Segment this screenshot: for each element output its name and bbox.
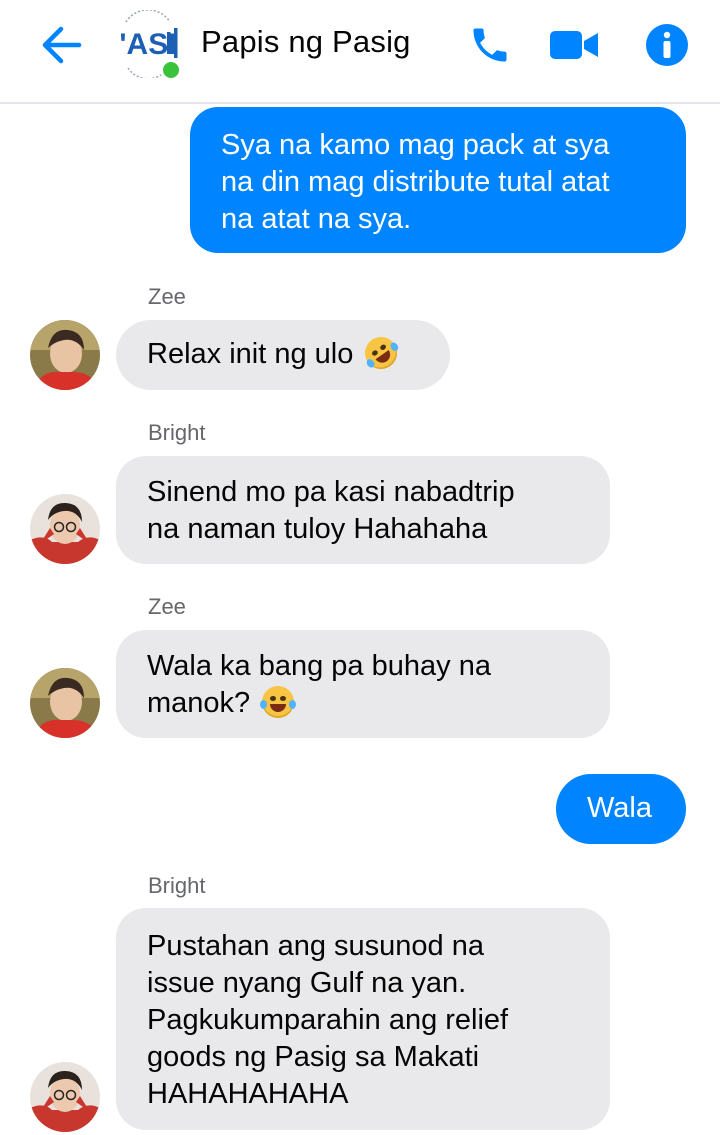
message-line: issue nyang Gulf na yan. [147, 967, 467, 999]
sender-name: Zee [148, 594, 186, 619]
messenger-chat-screen: 'ASI Papis ng Pasig Sya na kamo mag pack… [0, 0, 720, 1135]
avatar-zee[interactable] [30, 668, 100, 738]
message-line: Wala ka bang pa buhay na [147, 650, 491, 682]
outgoing-message-bubble[interactable]: Sya na kamo mag pack at sya na din mag d… [190, 107, 686, 253]
incoming-message-bubble[interactable]: Wala ka bang pa buhay na manok? [116, 630, 610, 738]
message-line: Relax init ng ulo [147, 338, 354, 370]
message-line: na din mag distribute tutal atat [221, 166, 610, 198]
video-camera-icon[interactable] [548, 20, 600, 70]
info-icon[interactable] [641, 20, 693, 70]
incoming-message-bubble[interactable]: Relax init ng ulo [116, 320, 450, 390]
sender-name: Bright [148, 420, 206, 445]
message-line: Wala [587, 792, 652, 824]
outgoing-message-bubble[interactable]: Wala [556, 774, 686, 844]
message-line: HAHAHAHAHA [147, 1078, 349, 1110]
message-line: Sinend mo pa kasi nabadtrip [147, 476, 515, 508]
message-line: Pagkukumparahin ang relief [147, 1004, 509, 1036]
face-with-tears-of-joy-emoji [260, 686, 297, 718]
online-status-dot [160, 59, 182, 81]
chat-header: 'ASI Papis ng Pasig [0, 0, 720, 104]
back-arrow-icon[interactable] [36, 22, 86, 68]
message-line: na atat na sya. [221, 203, 412, 235]
message-line: goods ng Pasig sa Makati [147, 1041, 480, 1073]
message-line: manok? [147, 687, 251, 719]
message-line: Sya na kamo mag pack at sya [221, 129, 610, 161]
phone-icon[interactable] [464, 20, 516, 70]
rolling-on-floor-laughing-emoji [359, 330, 404, 376]
avatar-bright[interactable] [30, 494, 100, 564]
avatar-zee[interactable] [30, 320, 100, 390]
incoming-message-bubble[interactable]: Pustahan ang susunod na issue nyang Gulf… [116, 908, 610, 1130]
message-line: na naman tuloy Hahahaha [147, 513, 488, 545]
incoming-message-bubble[interactable]: Sinend mo pa kasi nabadtrip na naman tul… [116, 456, 610, 564]
avatar-bright[interactable] [30, 1062, 100, 1132]
sender-name: Bright [148, 873, 206, 898]
sender-name: Zee [148, 284, 186, 309]
message-line: Pustahan ang susunod na [147, 930, 484, 962]
chat-title[interactable]: Papis ng Pasig [201, 24, 411, 60]
